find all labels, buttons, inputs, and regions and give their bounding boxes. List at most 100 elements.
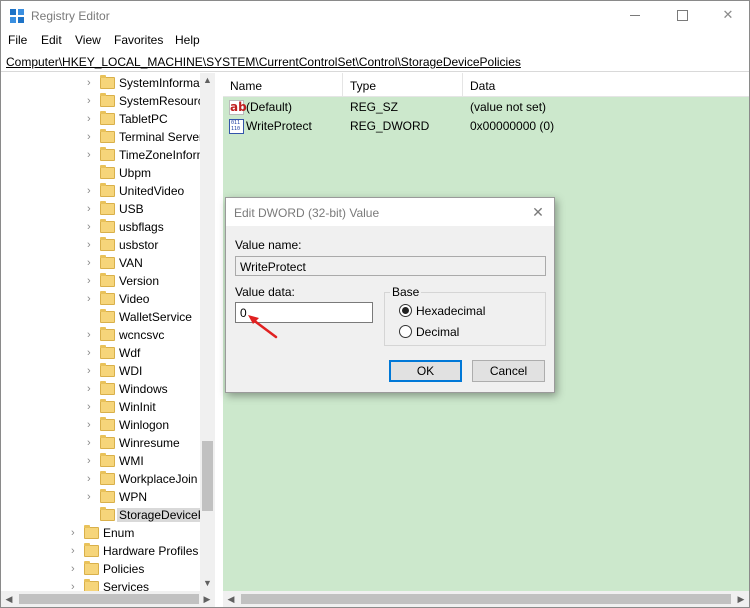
expand-chevron-icon[interactable]: › (87, 149, 95, 161)
tree-item[interactable]: › wcncsvc (1, 326, 201, 344)
expand-chevron-icon[interactable]: › (87, 383, 95, 395)
menu-file[interactable]: File (8, 33, 27, 47)
expand-chevron-icon[interactable]: › (71, 545, 79, 557)
tree-item[interactable]: › Policies (1, 560, 201, 578)
radio-selected-icon[interactable] (399, 304, 412, 317)
address-path[interactable]: Computer\HKEY_LOCAL_MACHINE\SYSTEM\Curre… (6, 55, 521, 69)
expand-chevron-icon[interactable]: › (87, 221, 95, 233)
tree-item[interactable]: › Winlogon (1, 416, 201, 434)
tree-item[interactable]: › Video (1, 290, 201, 308)
value-row-default[interactable]: ab (Default) REG_SZ (value not set) (223, 98, 749, 117)
values-hscroll-thumb[interactable] (241, 594, 731, 604)
expand-chevron-icon[interactable]: › (87, 185, 95, 197)
menu-help[interactable]: Help (175, 33, 200, 47)
tree-item[interactable]: ›TimeZoneInformation (1, 146, 214, 164)
expand-chevron-icon[interactable]: › (87, 491, 95, 503)
tree-item[interactable]: › UnitedVideo (1, 182, 201, 200)
tree-item[interactable]: › SystemResources (1, 92, 214, 110)
expand-chevron-icon[interactable]: › (71, 527, 79, 539)
tree-item[interactable]: › Enum (1, 524, 201, 542)
tree-item[interactable]: › USB (1, 200, 201, 218)
tree-item[interactable]: › WDI (1, 362, 201, 380)
expand-chevron-icon[interactable]: › (71, 563, 79, 575)
tree-item[interactable]: › WMI (1, 452, 201, 470)
address-bar[interactable]: Computer\HKEY_LOCAL_MACHINE\SYSTEM\Curre… (1, 52, 749, 72)
tree-item[interactable]: › WorkplaceJoin (1, 470, 201, 488)
tree-item[interactable]: › usbstor (1, 236, 201, 254)
tree-item[interactable]: › VAN (1, 254, 201, 272)
tree-item[interactable]: › Version (1, 272, 201, 290)
tree-item-label: Services (103, 580, 150, 591)
column-name[interactable]: Name (223, 73, 343, 97)
expand-chevron-icon[interactable]: › (87, 455, 95, 467)
string-value-icon: ab (229, 100, 247, 115)
key-tree[interactable]: › SystemInformation › SystemResources › Table… (1, 73, 215, 591)
tree-horizontal-scrollbar[interactable]: ◀ ▶ (1, 591, 215, 607)
tree-item-label: WorkplaceJoin (119, 472, 198, 486)
tree-item[interactable]: › TabletPC (1, 110, 201, 128)
cancel-button[interactable]: Cancel (472, 360, 545, 382)
folder-icon (100, 327, 115, 341)
scroll-right-icon[interactable]: ▶ (733, 591, 749, 607)
menu-view[interactable]: View (75, 33, 101, 47)
tree-item[interactable]: › Services (1, 578, 201, 591)
expand-chevron-icon[interactable]: › (87, 365, 95, 377)
radio-decimal[interactable]: Decimal (399, 324, 539, 340)
maximize-button[interactable] (659, 1, 705, 31)
expand-chevron-icon[interactable]: › (87, 257, 95, 269)
expand-chevron-icon[interactable]: › (87, 95, 95, 107)
expand-chevron-icon[interactable]: › (87, 419, 95, 431)
tree-item-label: TabletPC (119, 112, 168, 126)
scroll-left-icon[interactable]: ◀ (223, 591, 239, 607)
expand-chevron-icon[interactable]: › (87, 203, 95, 215)
expand-chevron-icon[interactable]: › (87, 293, 95, 305)
folder-icon (100, 273, 115, 287)
close-button[interactable]: ✕ (705, 1, 750, 31)
column-type[interactable]: Type (343, 73, 463, 97)
tree-scroll-thumb[interactable] (202, 441, 213, 511)
scroll-up-icon[interactable]: ▲ (200, 73, 215, 88)
menu-edit[interactable]: Edit (41, 33, 62, 47)
expand-chevron-icon[interactable]: › (87, 401, 95, 413)
scroll-right-icon[interactable]: ▶ (199, 591, 215, 607)
expand-chevron-icon[interactable]: › (87, 113, 95, 125)
dialog-close-button[interactable]: ✕ (526, 202, 550, 222)
tree-item[interactable]: StorageDevicePolicies (1, 506, 214, 524)
scroll-left-icon[interactable]: ◀ (1, 591, 17, 607)
expand-chevron-icon[interactable]: › (87, 437, 95, 449)
minimize-button[interactable] (613, 1, 659, 31)
expand-chevron-icon[interactable]: › (71, 581, 79, 591)
tree-item[interactable]: › Wdf (1, 344, 201, 362)
tree-hscroll-thumb[interactable] (19, 594, 199, 604)
radio-hexadecimal[interactable]: Hexadecimal (399, 303, 539, 319)
tree-item[interactable]: › SystemInformation (1, 74, 214, 92)
tree-item[interactable]: Ubpm (1, 164, 201, 182)
column-data[interactable]: Data (463, 73, 749, 97)
expand-chevron-icon[interactable]: › (87, 347, 95, 359)
folder-icon (100, 219, 115, 233)
tree-item[interactable]: › Windows (1, 380, 201, 398)
expand-chevron-icon[interactable]: › (87, 473, 95, 485)
expand-chevron-icon[interactable]: › (87, 275, 95, 287)
tree-item-label: Policies (103, 562, 145, 576)
folder-icon (100, 93, 115, 107)
menu-favorites[interactable]: Favorites (114, 33, 163, 47)
tree-item[interactable]: › usbflags (1, 218, 201, 236)
tree-item[interactable]: › Terminal Server (1, 128, 203, 146)
expand-chevron-icon[interactable]: › (87, 239, 95, 251)
tree-item[interactable]: › WinInit (1, 398, 201, 416)
tree-vertical-scrollbar[interactable]: ▲ ▼ (200, 73, 215, 591)
folder-icon (100, 435, 115, 449)
tree-item[interactable]: › Winresume (1, 434, 201, 452)
tree-item[interactable]: › Hardware Profiles (1, 542, 201, 560)
expand-chevron-icon[interactable]: › (87, 131, 95, 143)
values-horizontal-scrollbar[interactable]: ◀ ▶ (223, 591, 749, 607)
tree-item[interactable]: WalletService (1, 308, 201, 326)
tree-item[interactable]: › WPN (1, 488, 201, 506)
ok-button[interactable]: OK (389, 360, 462, 382)
radio-unselected-icon[interactable] (399, 325, 412, 338)
scroll-down-icon[interactable]: ▼ (200, 576, 215, 591)
expand-chevron-icon[interactable]: › (87, 77, 95, 89)
expand-chevron-icon[interactable]: › (87, 329, 95, 341)
value-row-writeprotect[interactable]: WriteProtect REG_DWORD 0x00000000 (0) (223, 117, 749, 136)
